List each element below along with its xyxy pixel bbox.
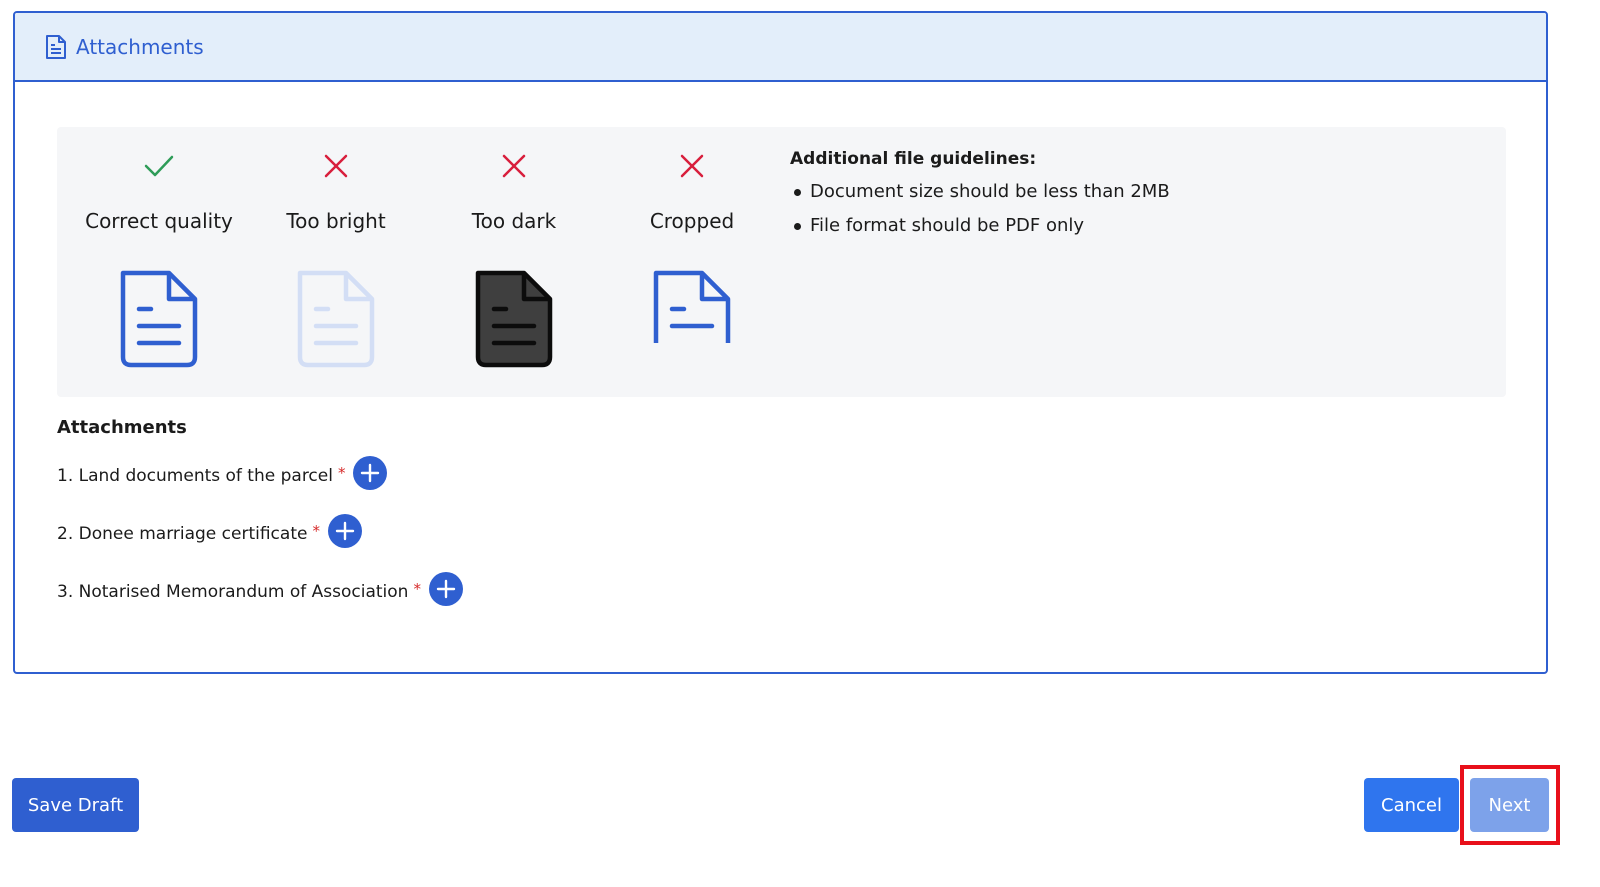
document-cropped-icon	[650, 267, 734, 371]
attachment-item-marriage-certificate: 2. Donee marriage certificate *	[57, 514, 362, 551]
cross-icon	[247, 153, 425, 183]
card-title: Attachments	[76, 34, 204, 59]
file-guidelines: Additional file guidelines: Document siz…	[790, 149, 1170, 243]
next-button[interactable]: Next	[1470, 778, 1549, 832]
upload-guidelines-panel: Correct quality Too bright Too dark Crop…	[57, 127, 1506, 397]
attachment-item-memorandum: 3. Notarised Memorandum of Association *	[57, 572, 463, 609]
document-dark-icon	[472, 267, 556, 371]
plus-icon	[335, 521, 355, 541]
example-label: Correct quality	[85, 209, 233, 233]
guidelines-title: Additional file guidelines:	[790, 149, 1037, 169]
attachment-label: 2. Donee marriage certificate	[57, 524, 308, 544]
document-correct-icon	[117, 267, 201, 371]
check-icon	[70, 153, 248, 183]
plus-icon	[361, 463, 380, 483]
add-attachment-button[interactable]	[428, 572, 463, 606]
add-attachment-button[interactable]	[353, 456, 388, 490]
save-draft-button[interactable]: Save Draft	[12, 778, 139, 832]
attachments-heading: Attachments	[57, 417, 187, 438]
document-bright-icon	[294, 267, 378, 371]
add-attachment-button[interactable]	[327, 514, 362, 548]
required-marker: *	[413, 580, 421, 598]
card-header: Attachments	[15, 13, 1546, 82]
attachments-section: Attachments 1. Land documents of the par…	[57, 417, 463, 606]
document-icon	[45, 34, 67, 60]
guideline-item: File format should be PDF only	[794, 209, 1170, 243]
attachments-card: Attachments Correct quality Too bright T…	[13, 11, 1548, 674]
cross-icon	[603, 153, 781, 183]
example-label: Too dark	[471, 209, 557, 233]
required-marker: *	[312, 522, 320, 540]
cancel-button[interactable]: Cancel	[1364, 778, 1459, 832]
guidelines-list: Document size should be less than 2MB Fi…	[790, 175, 1170, 243]
required-marker: *	[337, 464, 346, 482]
guideline-item: Document size should be less than 2MB	[794, 175, 1170, 209]
example-label: Cropped	[649, 209, 735, 233]
attachment-label: 3. Notarised Memorandum of Association	[57, 582, 409, 602]
plus-icon	[436, 579, 456, 599]
cross-icon	[425, 153, 603, 183]
attachment-item-land-documents: 1. Land documents of the parcel *	[57, 456, 388, 493]
attachment-label: 1. Land documents of the parcel	[57, 466, 333, 486]
example-label: Too bright	[286, 209, 386, 233]
